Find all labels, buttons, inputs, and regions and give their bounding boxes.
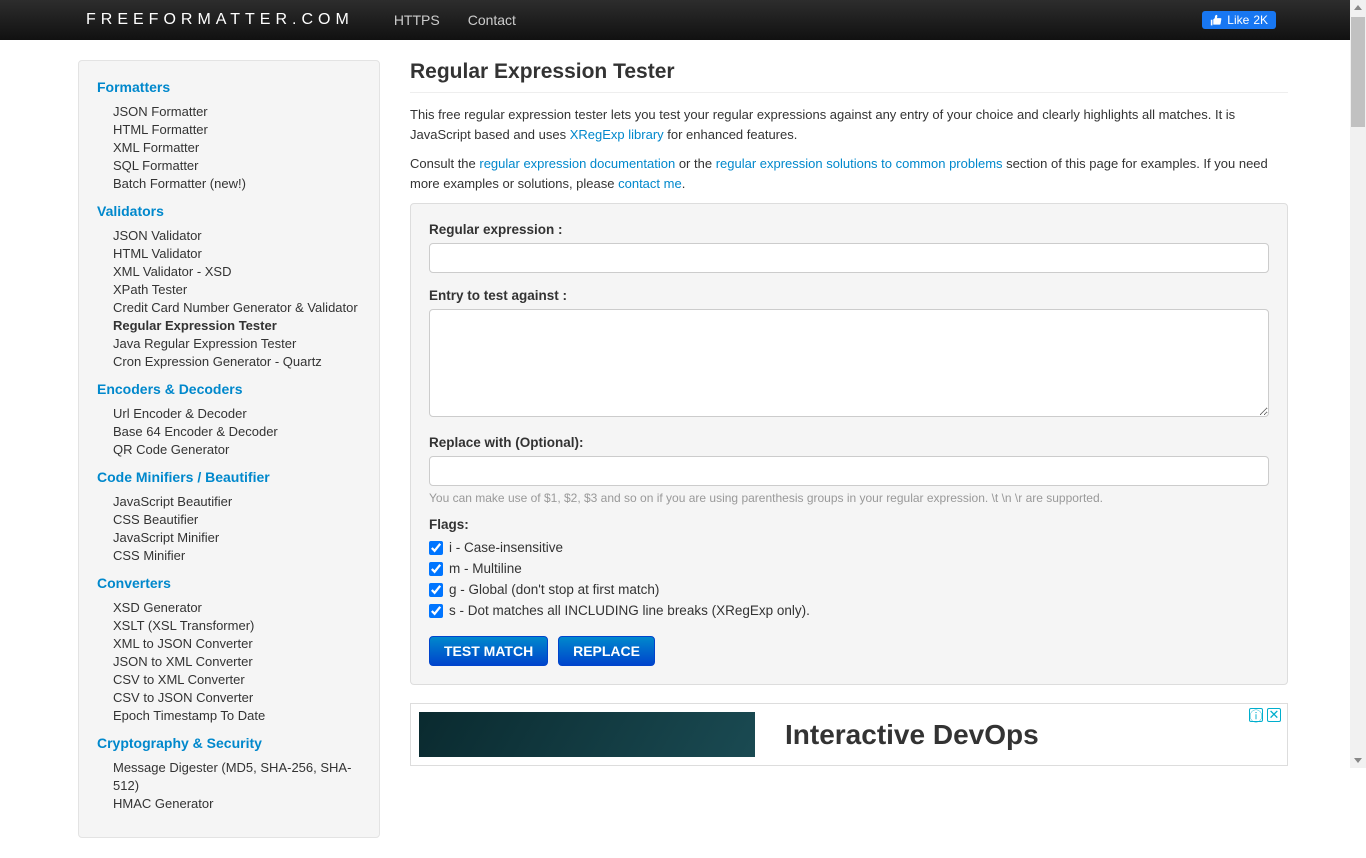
sidebar-item[interactable]: CSS Minifier	[113, 547, 361, 565]
sidebar-item[interactable]: HMAC Generator	[113, 795, 361, 813]
test-match-button[interactable]: TEST MATCH	[429, 636, 548, 666]
page-title: Regular Expression Tester	[410, 60, 1288, 93]
regex-input[interactable]	[429, 243, 1269, 273]
flag-s-label: s - Dot matches all INCLUDING line break…	[449, 603, 810, 618]
sidebar-item[interactable]: CSS Beautifier	[113, 511, 361, 529]
fb-like-button[interactable]: Like 2K	[1202, 11, 1276, 29]
nav-contact[interactable]: Contact	[468, 12, 516, 28]
sidebar-item[interactable]: QR Code Generator	[113, 441, 361, 459]
intro-paragraph-1: This free regular expression tester lets…	[410, 105, 1288, 144]
flags-label: Flags:	[429, 517, 1269, 532]
sidebar-item-active[interactable]: Regular Expression Tester	[113, 317, 361, 335]
sidebar-item[interactable]: Message Digester (MD5, SHA-256, SHA-512)	[113, 759, 361, 795]
sidebar-item[interactable]: XML Validator - XSD	[113, 263, 361, 281]
link-regex-doc[interactable]: regular expression documentation	[479, 156, 675, 171]
replace-help: You can make use of $1, $2, $3 and so on…	[429, 491, 1269, 505]
fb-like-count: 2K	[1253, 13, 1268, 27]
nav-links: HTTPS Contact	[394, 12, 544, 28]
scroll-down-icon[interactable]	[1350, 752, 1366, 768]
ad-image	[419, 712, 755, 757]
sidebar-item[interactable]: JSON Formatter	[113, 103, 361, 121]
ad-info-icon[interactable]: ⓘ	[1249, 708, 1263, 722]
nav-https[interactable]: HTTPS	[394, 12, 440, 28]
main-content: Regular Expression Tester This free regu…	[410, 60, 1288, 838]
sidebar-item[interactable]: SQL Formatter	[113, 157, 361, 175]
scroll-thumb[interactable]	[1351, 17, 1365, 127]
replace-label: Replace with (Optional):	[429, 435, 1269, 450]
scrollbar[interactable]	[1350, 0, 1366, 768]
sidebar-item[interactable]: XSLT (XSL Transformer)	[113, 617, 361, 635]
sidebar-heading-validators[interactable]: Validators	[97, 203, 361, 219]
sidebar-item[interactable]: XPath Tester	[113, 281, 361, 299]
flag-g-label: g - Global (don't stop at first match)	[449, 582, 659, 597]
sidebar-item[interactable]: Credit Card Number Generator & Validator	[113, 299, 361, 317]
intro-paragraph-2: Consult the regular expression documenta…	[410, 154, 1288, 193]
entry-label: Entry to test against :	[429, 288, 1269, 303]
sidebar-item[interactable]: XML to JSON Converter	[113, 635, 361, 653]
sidebar-item[interactable]: JavaScript Beautifier	[113, 493, 361, 511]
flag-m-checkbox[interactable]	[429, 562, 443, 576]
ad-close-icon[interactable]: ✕	[1267, 708, 1281, 722]
flag-i-checkbox[interactable]	[429, 541, 443, 555]
sidebar-item[interactable]: Epoch Timestamp To Date	[113, 707, 361, 725]
replace-input[interactable]	[429, 456, 1269, 486]
sidebar-item[interactable]: Url Encoder & Decoder	[113, 405, 361, 423]
sidebar-heading-minifiers[interactable]: Code Minifiers / Beautifier	[97, 469, 361, 485]
sidebar-item[interactable]: XML Formatter	[113, 139, 361, 157]
sidebar-item[interactable]: Cron Expression Generator - Quartz	[113, 353, 361, 371]
flag-m-label: m - Multiline	[449, 561, 522, 576]
link-xregexp[interactable]: XRegExp library	[570, 127, 664, 142]
sidebar-item[interactable]: CSV to XML Converter	[113, 671, 361, 689]
sidebar-heading-formatters[interactable]: Formatters	[97, 79, 361, 95]
thumbs-up-icon	[1210, 14, 1223, 27]
fb-like-label: Like	[1227, 13, 1249, 27]
link-regex-solutions[interactable]: regular expression solutions to common p…	[716, 156, 1003, 171]
ad-container[interactable]: ⓘ ✕ Interactive DevOps	[410, 703, 1288, 766]
topbar: FREEFORMATTER.COM HTTPS Contact Like 2K	[0, 0, 1366, 40]
sidebar-item[interactable]: Base 64 Encoder & Decoder	[113, 423, 361, 441]
sidebar-item[interactable]: HTML Validator	[113, 245, 361, 263]
link-contact-me[interactable]: contact me	[618, 176, 682, 191]
replace-button[interactable]: REPLACE	[558, 636, 655, 666]
sidebar-item[interactable]: Java Regular Expression Tester	[113, 335, 361, 353]
sidebar-item[interactable]: JSON Validator	[113, 227, 361, 245]
sidebar-item[interactable]: HTML Formatter	[113, 121, 361, 139]
sidebar-item[interactable]: Batch Formatter (new!)	[113, 175, 361, 193]
sidebar-item[interactable]: XSD Generator	[113, 599, 361, 617]
regex-form: Regular expression : Entry to test again…	[410, 203, 1288, 685]
sidebar-heading-crypto[interactable]: Cryptography & Security	[97, 735, 361, 751]
entry-textarea[interactable]	[429, 309, 1269, 417]
brand[interactable]: FREEFORMATTER.COM	[86, 11, 354, 29]
sidebar-heading-converters[interactable]: Converters	[97, 575, 361, 591]
sidebar-heading-encoders[interactable]: Encoders & Decoders	[97, 381, 361, 397]
flag-g-checkbox[interactable]	[429, 583, 443, 597]
flag-i-label: i - Case-insensitive	[449, 540, 563, 555]
sidebar-item[interactable]: CSV to JSON Converter	[113, 689, 361, 707]
flag-s-checkbox[interactable]	[429, 604, 443, 618]
sidebar: Formatters JSON Formatter HTML Formatter…	[78, 60, 380, 838]
regex-label: Regular expression :	[429, 222, 1269, 237]
scroll-up-icon[interactable]	[1350, 0, 1366, 16]
sidebar-item[interactable]: JSON to XML Converter	[113, 653, 361, 671]
ad-headline: Interactive DevOps	[785, 719, 1039, 751]
sidebar-item[interactable]: JavaScript Minifier	[113, 529, 361, 547]
